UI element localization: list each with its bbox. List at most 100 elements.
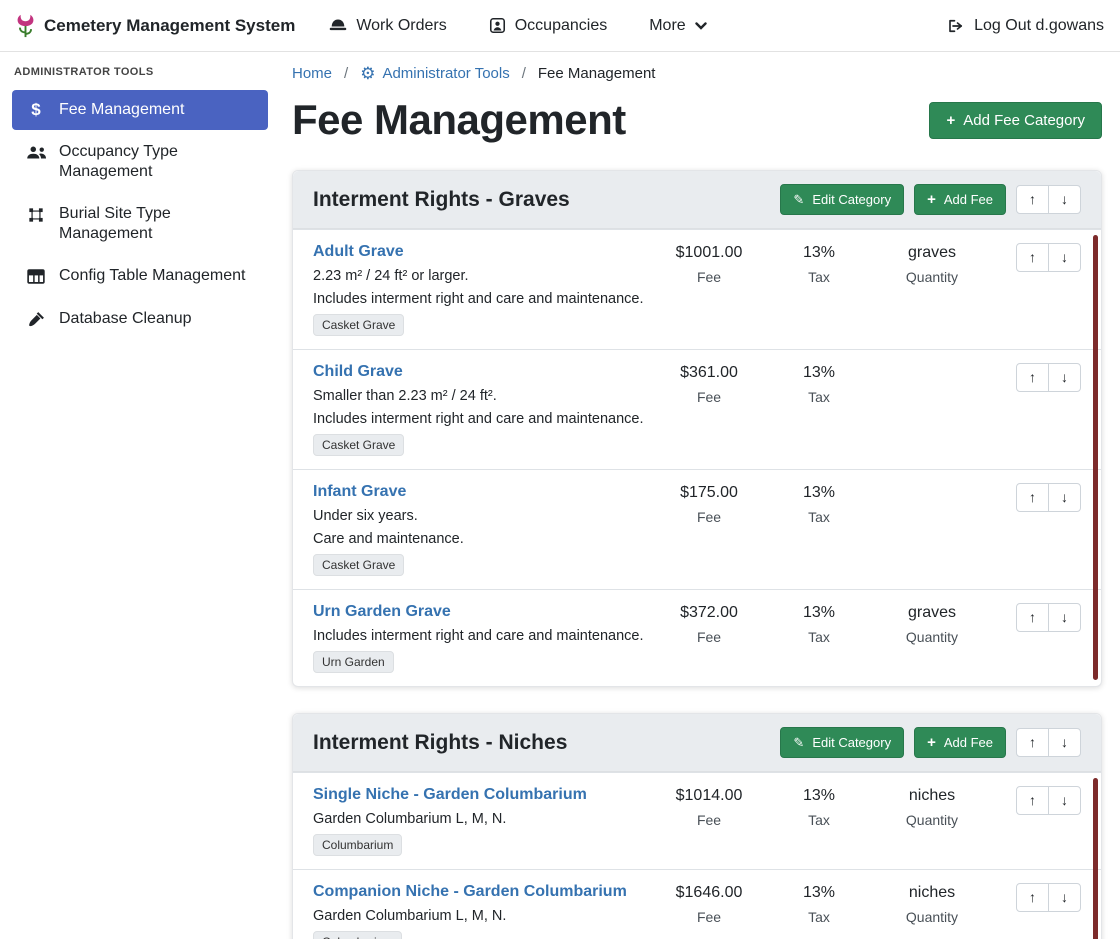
tax-column: 13% Tax xyxy=(769,243,869,285)
fee-reorder-group: ↑ ↓ xyxy=(995,786,1081,815)
fee-name-link[interactable]: Infant Grave xyxy=(313,483,406,501)
move-fee-up-button[interactable]: ↑ xyxy=(1016,603,1049,632)
move-category-down-button[interactable]: ↓ xyxy=(1048,185,1081,214)
fee-row: Adult Grave 2.23 m² / 24 ft² or larger. … xyxy=(293,229,1101,349)
move-fee-up-button[interactable]: ↑ xyxy=(1016,786,1049,815)
chevron-down-icon xyxy=(695,22,707,30)
add-fee-category-button[interactable]: + Add Fee Category xyxy=(929,102,1102,139)
sidebar-item-label: Occupancy Type Management xyxy=(59,142,258,182)
fee-name-link[interactable]: Adult Grave xyxy=(313,243,404,261)
fee-column: $1014.00 Fee xyxy=(649,786,769,828)
down-arrow-icon: ↓ xyxy=(1061,369,1068,385)
fee-column: $1001.00 Fee xyxy=(649,243,769,285)
fee-label: Fee xyxy=(649,509,769,525)
move-fee-down-button[interactable]: ↓ xyxy=(1048,603,1081,632)
quantity-label: Quantity xyxy=(869,269,995,285)
move-category-up-button[interactable]: ↑ xyxy=(1016,185,1049,214)
card-scrollbar[interactable] xyxy=(1093,778,1098,939)
move-category-down-button[interactable]: ↓ xyxy=(1048,728,1081,757)
up-arrow-icon: ↑ xyxy=(1029,191,1036,207)
down-arrow-icon: ↓ xyxy=(1061,889,1068,905)
fee-name-link[interactable]: Urn Garden Grave xyxy=(313,603,451,621)
move-fee-down-button[interactable]: ↓ xyxy=(1048,243,1081,272)
nav-more-label: More xyxy=(649,17,685,35)
nav-work-orders[interactable]: Work Orders xyxy=(329,17,446,35)
fee-row: Infant Grave Under six years. Care and m… xyxy=(293,469,1101,589)
quantity-unit: graves xyxy=(869,604,995,622)
add-fee-label: Add Fee xyxy=(944,192,993,207)
logout-link[interactable]: Log Out d.gowans xyxy=(947,17,1104,35)
sidebar-item-occupancy-type-management[interactable]: Occupancy Type Management xyxy=(12,132,268,192)
fee-label: Fee xyxy=(649,629,769,645)
breadcrumb-home-link[interactable]: Home xyxy=(292,65,332,82)
brand-title: Cemetery Management System xyxy=(44,16,295,36)
fee-reorder-group: ↑ ↓ xyxy=(995,883,1081,912)
tax-label: Tax xyxy=(769,509,869,525)
edit-category-button[interactable]: ✎ Edit Category xyxy=(780,184,904,215)
move-fee-up-button[interactable]: ↑ xyxy=(1016,883,1049,912)
breadcrumb-admin-tools-link[interactable]: ⚙ Administrator Tools xyxy=(360,65,510,82)
fee-info: Child Grave Smaller than 2.23 m² / 24 ft… xyxy=(313,363,649,456)
occupant-frame-icon xyxy=(489,17,506,34)
users-icon xyxy=(24,143,48,163)
fee-amount: $361.00 xyxy=(649,364,769,382)
quantity-column: graves Quantity xyxy=(869,243,995,285)
move-fee-up-button[interactable]: ↑ xyxy=(1016,243,1049,272)
move-category-up-button[interactable]: ↑ xyxy=(1016,728,1049,757)
brand-link[interactable]: Cemetery Management System xyxy=(16,13,295,39)
broom-icon xyxy=(24,310,48,330)
nav-work-orders-label: Work Orders xyxy=(356,17,446,35)
card-scrollbar[interactable] xyxy=(1093,235,1098,680)
tax-column: 13% Tax xyxy=(769,786,869,828)
nav-more[interactable]: More xyxy=(649,17,706,35)
fee-reorder-group: ↑ ↓ xyxy=(995,603,1081,632)
up-arrow-icon: ↑ xyxy=(1029,792,1036,808)
fee-info: Single Niche - Garden Columbarium Garden… xyxy=(313,786,649,856)
tax-value: 13% xyxy=(769,484,869,502)
fee-label: Fee xyxy=(649,909,769,925)
fee-name-link[interactable]: Child Grave xyxy=(313,363,403,381)
move-fee-down-button[interactable]: ↓ xyxy=(1048,363,1081,392)
fee-type-badge: Urn Garden xyxy=(313,651,394,673)
breadcrumb-separator: / xyxy=(344,65,348,82)
tax-column: 13% Tax xyxy=(769,883,869,925)
plus-icon: + xyxy=(946,113,955,128)
nav-occupancies[interactable]: Occupancies xyxy=(489,17,608,35)
fee-description: Garden Columbarium L, M, N. xyxy=(313,811,649,827)
move-fee-down-button[interactable]: ↓ xyxy=(1048,483,1081,512)
plus-icon: + xyxy=(927,735,936,750)
move-fee-down-button[interactable]: ↓ xyxy=(1048,786,1081,815)
quantity-unit: niches xyxy=(869,884,995,902)
sidebar-item-database-cleanup[interactable]: Database Cleanup xyxy=(12,299,268,340)
quantity-column: niches Quantity xyxy=(869,883,995,925)
fee-type-badge: Casket Grave xyxy=(313,434,404,456)
add-fee-button[interactable]: + Add Fee xyxy=(914,727,1006,758)
move-fee-up-button[interactable]: ↑ xyxy=(1016,483,1049,512)
quantity-column: graves Quantity xyxy=(869,603,995,645)
breadcrumb-separator: / xyxy=(522,65,526,82)
fee-row: Companion Niche - Garden Columbarium Gar… xyxy=(293,869,1101,939)
sidebar-heading: ADMINISTRATOR TOOLS xyxy=(14,66,266,78)
sidebar-item-config-table-management[interactable]: Config Table Management xyxy=(12,256,268,297)
tulip-logo-icon xyxy=(16,13,35,39)
fee-type-badge: Columbarium xyxy=(313,931,402,939)
dollar-icon: $ xyxy=(24,101,48,119)
fee-name-link[interactable]: Single Niche - Garden Columbarium xyxy=(313,786,587,804)
move-fee-down-button[interactable]: ↓ xyxy=(1048,883,1081,912)
fee-description: Care and maintenance. xyxy=(313,531,649,547)
sidebar-item-label: Burial Site Type Management xyxy=(59,204,258,244)
sidebar-item-burial-site-type-management[interactable]: Burial Site Type Management xyxy=(12,194,268,254)
quantity-column xyxy=(869,483,995,484)
fee-description: Includes interment right and care and ma… xyxy=(313,411,649,427)
fee-amount: $1014.00 xyxy=(649,787,769,805)
add-fee-button[interactable]: + Add Fee xyxy=(914,184,1006,215)
sidebar-item-fee-management[interactable]: $ Fee Management xyxy=(12,90,268,130)
tax-column: 13% Tax xyxy=(769,483,869,525)
nav-occupancies-label: Occupancies xyxy=(515,17,608,35)
tax-label: Tax xyxy=(769,269,869,285)
fee-name-link[interactable]: Companion Niche - Garden Columbarium xyxy=(313,883,627,901)
move-fee-up-button[interactable]: ↑ xyxy=(1016,363,1049,392)
category-reorder-group: ↑ ↓ xyxy=(1016,185,1081,214)
down-arrow-icon: ↓ xyxy=(1061,489,1068,505)
edit-category-button[interactable]: ✎ Edit Category xyxy=(780,727,904,758)
